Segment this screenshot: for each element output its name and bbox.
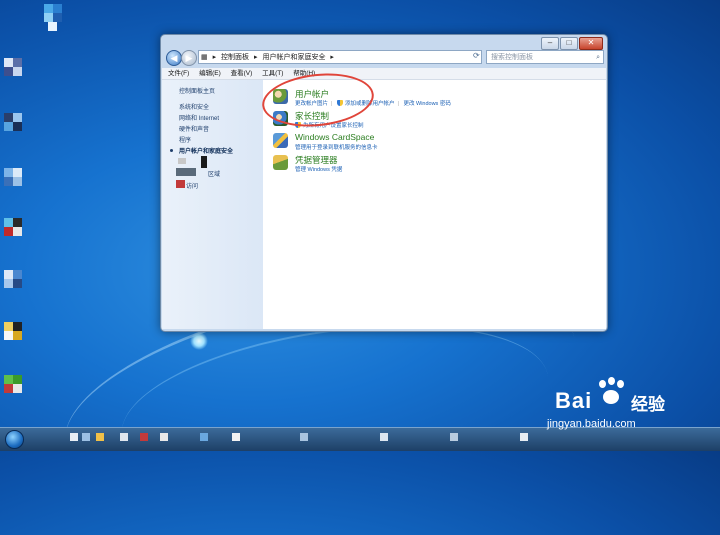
desktop-icon[interactable] [44, 4, 70, 31]
taskbar-item[interactable] [232, 433, 240, 441]
sidebar: 控制面板主页 系统和安全 网络和 Internet 硬件和声音 程序 用户帐户和… [162, 80, 263, 329]
watermark-brand-suffix: 经验 [631, 395, 665, 414]
link-manage-credentials[interactable]: 管理 Windows 凭据 [295, 167, 342, 173]
taskbar-item[interactable] [82, 433, 90, 441]
desktop-icon[interactable] [4, 322, 30, 348]
taskbar-item[interactable] [450, 433, 458, 441]
credential-manager-icon [273, 155, 288, 170]
search-placeholder: 搜索控制面板 [491, 54, 533, 61]
address-row: ◀ ▶ ▦ ▸ 控制面板 ▸ 用户帐户和家庭安全 ▸ ⟳ 搜索控制面板 ⌕ [164, 49, 604, 67]
current-bullet [170, 149, 173, 152]
pixelated-block [178, 158, 186, 164]
refresh-icon[interactable]: ⟳ [473, 51, 480, 60]
menu-bar: 文件(F) 编辑(E) 查看(V) 工具(T) 帮助(H) [162, 68, 606, 80]
sidebar-item-user-accounts[interactable]: 用户帐户和家庭安全 [179, 146, 233, 155]
breadcrumb-separator: ▸ [254, 54, 258, 61]
desktop-icon[interactable] [4, 58, 30, 84]
category-title[interactable]: Windows CardSpace [295, 132, 374, 142]
breadcrumb-separator: ▸ [330, 54, 334, 61]
paw-logo-icon [595, 377, 627, 408]
menu-view[interactable]: 查看(V) [231, 70, 253, 77]
taskbar-item[interactable] [70, 433, 78, 441]
category-links: 管理用于登录到联机服务的信息卡 [295, 143, 378, 151]
breadcrumb-user-accounts[interactable]: 用户帐户和家庭安全 [262, 54, 325, 61]
menu-file[interactable]: 文件(F) [168, 70, 189, 77]
pixelated-block [201, 156, 207, 168]
menu-edit[interactable]: 编辑(E) [199, 70, 221, 77]
sidebar-item-system-security[interactable]: 系统和安全 [179, 102, 209, 111]
cardspace-icon [273, 133, 288, 148]
taskbar-item[interactable] [120, 433, 128, 441]
taskbar-item[interactable] [160, 433, 168, 441]
search-input[interactable]: 搜索控制面板 ⌕ [486, 50, 604, 64]
desktop-icon[interactable] [4, 113, 30, 139]
taskbar-item[interactable] [96, 433, 104, 441]
taskbar-item[interactable] [300, 433, 308, 441]
desktop-icon[interactable] [4, 218, 30, 244]
desktop-icon[interactable] [4, 375, 30, 401]
wallpaper-flare [190, 332, 208, 350]
link-manage-cards[interactable]: 管理用于登录到联机服务的信息卡 [295, 145, 378, 151]
pixelated-block [176, 180, 185, 188]
desktop-icon[interactable] [4, 270, 30, 296]
menu-tools[interactable]: 工具(T) [262, 70, 283, 77]
watermark-url: jingyan.baidu.com [547, 418, 636, 430]
forward-button[interactable]: ▶ [181, 50, 197, 66]
taskbar-item[interactable] [200, 433, 208, 441]
sidebar-item-programs[interactable]: 程序 [179, 135, 191, 144]
category-links: 管理 Windows 凭据 [295, 165, 342, 173]
search-icon[interactable]: ⌕ [596, 51, 600, 65]
sidebar-item-access[interactable]: 访问 [186, 181, 198, 190]
sidebar-item-hardware[interactable]: 硬件和声音 [179, 124, 209, 133]
sidebar-home[interactable]: 控制面板主页 [179, 86, 215, 95]
taskbar-item[interactable] [140, 433, 148, 441]
sidebar-item-region[interactable]: 区域 [208, 169, 220, 178]
folder-icon: ▦ [201, 54, 208, 61]
watermark-brand: Bai [555, 388, 593, 413]
desktop-icon[interactable] [4, 168, 30, 194]
pixelated-block [176, 168, 196, 176]
sidebar-item-network[interactable]: 网络和 Internet [179, 113, 219, 122]
link-change-password[interactable]: 更改 Windows 密码 [403, 101, 450, 107]
taskbar [0, 427, 720, 451]
control-panel-window[interactable]: – □ ✕ ◀ ▶ ▦ ▸ 控制面板 ▸ 用户帐户和家庭安全 ▸ ⟳ 搜索控制面… [160, 34, 608, 332]
back-button[interactable]: ◀ [166, 50, 182, 66]
address-bar[interactable]: ▦ ▸ 控制面板 ▸ 用户帐户和家庭安全 ▸ [198, 50, 482, 64]
taskbar-item[interactable] [520, 433, 528, 441]
start-orb-icon[interactable] [5, 430, 24, 449]
breadcrumb-separator: ▸ [212, 54, 217, 61]
taskbar-item[interactable] [380, 433, 388, 441]
link-separator: | [397, 101, 399, 107]
breadcrumb-control-panel[interactable]: 控制面板 [221, 54, 249, 61]
